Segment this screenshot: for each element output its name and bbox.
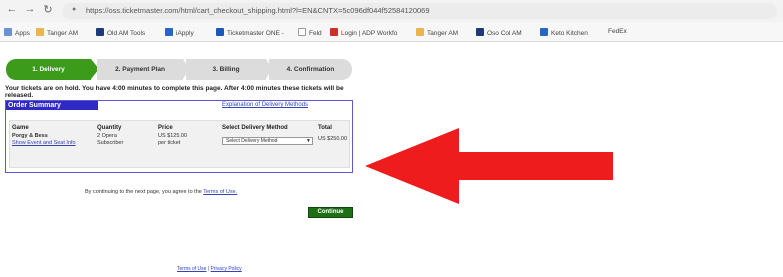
step-billing: 3. Billing — [186, 59, 272, 80]
total-value: US $250.00 — [318, 136, 348, 142]
terms-agreement: By continuing to the next page, you agre… — [85, 189, 238, 195]
terms-link[interactable]: Terms of Use. — [203, 189, 237, 195]
step-confirmation: 4. Confirmation — [269, 59, 352, 80]
bookmark-icon — [330, 28, 338, 36]
bookmark-icon — [416, 28, 424, 36]
bookmark-item[interactable]: Login | ADP Workfo — [330, 28, 397, 37]
price-unit: per ticket — [158, 140, 181, 146]
column-header-price: Price — [158, 125, 173, 131]
hold-notice: Your tickets are on hold. You have 4:00 … — [5, 85, 344, 99]
footer-terms-link[interactable]: Terms of Use — [177, 266, 206, 272]
bookmark-item[interactable]: Feld — [298, 28, 322, 37]
page-icon — [298, 28, 306, 36]
bookmark-item[interactable]: Oso Col AM — [476, 28, 522, 37]
chevron-down-icon: ▼ — [306, 138, 311, 144]
bookmark-icon — [540, 28, 548, 36]
continue-button[interactable]: Continue — [308, 207, 353, 218]
bookmark-icon — [165, 28, 173, 36]
column-header-quantity: Quantity — [97, 125, 122, 131]
footer-separator: | — [207, 266, 210, 272]
address-bar: ← → ↻ ● https://oss.ticketmaster.com/htm… — [0, 0, 783, 22]
bookmark-item[interactable]: Keto Kitchen — [540, 28, 588, 37]
column-header-game: Game — [12, 125, 29, 131]
forward-icon[interactable]: → — [24, 3, 36, 15]
bookmark-item[interactable]: Tanger AM — [36, 28, 78, 37]
bookmark-item[interactable]: Tanger AM — [416, 28, 458, 37]
step-delivery: 1. Delivery — [6, 59, 99, 80]
column-header-total: Total — [318, 125, 332, 131]
order-summary-title: Order Summary — [6, 101, 98, 110]
annotation-arrow-icon — [365, 128, 613, 204]
bookmark-icon — [216, 28, 224, 36]
quantity-type: Subscriber — [97, 140, 124, 146]
footer-privacy-link[interactable]: Privacy Policy — [211, 266, 242, 272]
apps-icon — [4, 28, 12, 36]
url-text: https://oss.ticketmaster.com/html/cart_c… — [86, 6, 430, 15]
bookmark-item[interactable]: FedEx — [608, 28, 627, 35]
price-value: US $125.00 — [158, 133, 188, 139]
bookmark-item[interactable]: Apps — [4, 28, 30, 37]
lock-icon: ● — [72, 6, 77, 13]
footer-links: Terms of Use | Privacy Policy — [177, 266, 242, 272]
quantity-value: 2 Opera — [97, 133, 117, 139]
reload-icon[interactable]: ↻ — [42, 3, 54, 16]
bookmark-icon — [476, 28, 484, 36]
game-name: Porgy & Bess — [12, 133, 48, 139]
order-summary: Order Summary Explanation of Delivery Me… — [5, 100, 353, 173]
delivery-method-select[interactable]: Select Delivery Method ▼ — [222, 137, 313, 145]
delivery-methods-link[interactable]: Explanation of Delivery Methods — [222, 102, 308, 108]
bookmark-item[interactable]: Old AM Tools — [96, 28, 145, 37]
step-payment-plan: 2. Payment Plan — [97, 59, 189, 80]
bookmark-icon — [96, 28, 104, 36]
column-header-delivery: Select Delivery Method — [222, 125, 288, 131]
bookmark-item[interactable]: iApply — [165, 28, 194, 37]
bookmark-item[interactable]: Ticketmaster ONE - — [216, 28, 284, 37]
event-info-link[interactable]: Show Event and Seat Info — [12, 140, 90, 147]
bookmarks-bar: Apps Tanger AM Old AM Tools iApply Ticke… — [0, 22, 783, 42]
order-table: Game Quantity Price Select Delivery Meth… — [9, 120, 350, 168]
checkout-steps: 1. Delivery 2. Payment Plan 3. Billing 4… — [6, 59, 352, 80]
bookmark-icon — [36, 28, 44, 36]
back-icon[interactable]: ← — [6, 3, 18, 15]
